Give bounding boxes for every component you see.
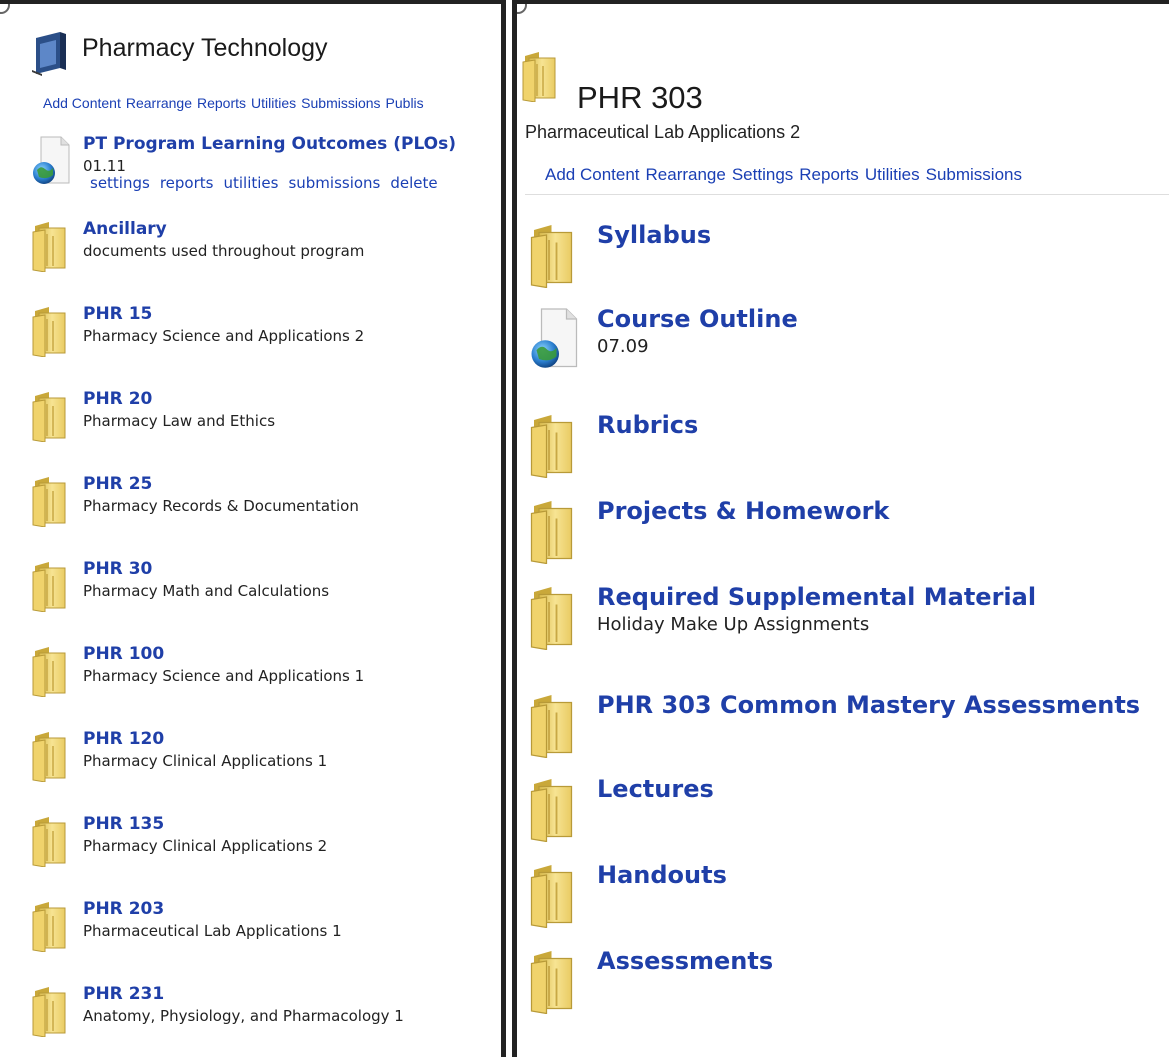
item-settings-link[interactable]: settings bbox=[90, 174, 150, 192]
item-title[interactable]: Syllabus bbox=[597, 221, 711, 249]
item-title[interactable]: PHR 100 bbox=[83, 644, 164, 664]
action-rearrange-link[interactable]: Rearrange bbox=[646, 165, 726, 184]
corner-arc bbox=[517, 4, 527, 14]
item-title[interactable]: Lectures bbox=[597, 775, 714, 803]
action-add-content-link[interactable]: Add Content bbox=[43, 95, 121, 111]
action-bar: Add Content Rearrange Reports Utilities Subm… bbox=[43, 95, 429, 111]
folder-icon bbox=[31, 220, 71, 276]
action-publis-link[interactable]: Publis bbox=[386, 95, 424, 111]
item-title[interactable]: Projects & Homework bbox=[597, 497, 889, 525]
item-subtitle: Pharmacy Science and Applications 1 bbox=[83, 667, 365, 685]
action-submissions-link[interactable]: Submissions bbox=[926, 165, 1022, 184]
folder-icon bbox=[31, 730, 71, 786]
right-pane: PHR 303 Pharmaceutical Lab Applications … bbox=[512, 0, 1169, 1057]
web-document-icon bbox=[31, 135, 71, 191]
web-document-icon bbox=[529, 306, 579, 376]
item-title[interactable]: PHR 203 bbox=[83, 899, 164, 919]
item-title[interactable]: Ancillary bbox=[83, 219, 167, 239]
folder-icon bbox=[529, 222, 579, 292]
folder-icon bbox=[529, 776, 579, 846]
folder-icon bbox=[31, 305, 71, 361]
divider bbox=[525, 194, 1169, 195]
item-title[interactable]: PHR 231 bbox=[83, 984, 164, 1004]
item-utilities-link[interactable]: utilities bbox=[223, 174, 278, 192]
item-title[interactable]: Assessments bbox=[597, 947, 773, 975]
folder-icon bbox=[31, 985, 71, 1041]
item-title[interactable]: PHR 25 bbox=[83, 474, 152, 494]
folder-icon bbox=[31, 390, 71, 446]
page-title: PHR 303 bbox=[577, 80, 703, 115]
action-add-content-link[interactable]: Add Content bbox=[545, 165, 640, 184]
item-title[interactable]: Handouts bbox=[597, 861, 727, 889]
left-pane: Pharmacy Technology Add Content Rearrange… bbox=[0, 0, 506, 1057]
item-submissions-link[interactable]: submissions bbox=[288, 174, 380, 192]
item-subtitle: documents used throughout program bbox=[83, 242, 365, 260]
folder-icon bbox=[529, 498, 579, 568]
item-subtitle: Pharmacy Clinical Applications 1 bbox=[83, 752, 328, 770]
item-subtitle: Holiday Make Up Assignments bbox=[597, 614, 870, 635]
item-subtitle: 01.11 bbox=[83, 157, 126, 175]
item-delete-link[interactable]: delete bbox=[390, 174, 437, 192]
item-title[interactable]: PHR 120 bbox=[83, 729, 164, 749]
folder-icon bbox=[529, 862, 579, 932]
item-actions: settings reports utilities submissions delet… bbox=[90, 174, 448, 192]
page-subtitle: Pharmaceutical Lab Applications 2 bbox=[525, 122, 801, 142]
item-subtitle: Anatomy, Physiology, and Pharmacology 1 bbox=[83, 1007, 404, 1025]
action-reports-link[interactable]: Reports bbox=[197, 95, 246, 111]
action-settings-link[interactable]: Settings bbox=[732, 165, 793, 184]
item-reports-link[interactable]: reports bbox=[160, 174, 214, 192]
item-title[interactable]: PT Program Learning Outcomes (PLOs) bbox=[83, 134, 456, 154]
folder-icon bbox=[521, 50, 561, 106]
folder-icon bbox=[529, 692, 579, 762]
item-title[interactable]: PHR 303 Common Mastery Assessments bbox=[597, 691, 1140, 719]
item-subtitle: Pharmacy Math and Calculations bbox=[83, 582, 330, 600]
item-title[interactable]: Rubrics bbox=[597, 411, 698, 439]
item-subtitle: Pharmacy Records & Documentation bbox=[83, 497, 359, 515]
item-title[interactable]: PHR 30 bbox=[83, 559, 152, 579]
folder-icon bbox=[31, 560, 71, 616]
book-icon bbox=[30, 30, 76, 80]
action-reports-link[interactable]: Reports bbox=[799, 165, 859, 184]
action-bar: Add Content Rearrange Settings Reports Utili… bbox=[545, 165, 1028, 185]
item-title[interactable]: PHR 15 bbox=[83, 304, 152, 324]
folder-icon bbox=[31, 475, 71, 531]
action-utilities-link[interactable]: Utilities bbox=[251, 95, 296, 111]
item-subtitle: Pharmacy Law and Ethics bbox=[83, 412, 276, 430]
page-title: Pharmacy Technology bbox=[82, 34, 328, 62]
item-title[interactable]: Course Outline bbox=[597, 305, 798, 333]
folder-icon bbox=[31, 900, 71, 956]
folder-icon bbox=[529, 412, 579, 482]
folder-icon bbox=[529, 948, 579, 1018]
folder-icon bbox=[31, 815, 71, 871]
item-subtitle: Pharmacy Clinical Applications 2 bbox=[83, 837, 328, 855]
action-utilities-link[interactable]: Utilities bbox=[865, 165, 920, 184]
folder-icon bbox=[529, 584, 579, 654]
item-title[interactable]: PHR 135 bbox=[83, 814, 164, 834]
item-subtitle: 07.09 bbox=[597, 336, 649, 357]
item-subtitle: Pharmacy Science and Applications 2 bbox=[83, 327, 365, 345]
action-rearrange-link[interactable]: Rearrange bbox=[126, 95, 192, 111]
action-submissions-link[interactable]: Submissions bbox=[301, 95, 380, 111]
item-title[interactable]: Required Supplemental Material bbox=[597, 583, 1036, 611]
item-title[interactable]: PHR 20 bbox=[83, 389, 152, 409]
corner-arc bbox=[0, 4, 10, 14]
item-subtitle: Pharmaceutical Lab Applications 1 bbox=[83, 922, 342, 940]
folder-icon bbox=[31, 645, 71, 701]
